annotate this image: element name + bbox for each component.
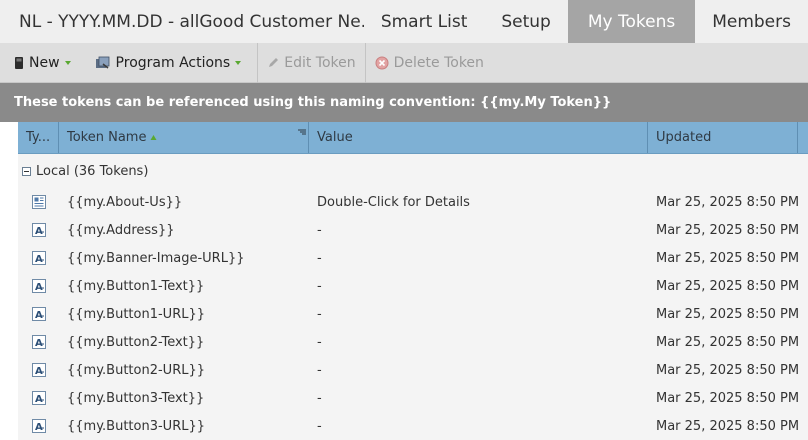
delete-icon [375, 56, 389, 70]
token-name-cell: {{my.Button3-Text}} [67, 390, 205, 406]
token-row[interactable]: A {{my.Button3-URL}} - Mar 25, 2025 8:50 PM [18, 412, 808, 440]
token-value-cell: - [317, 334, 322, 350]
token-row[interactable]: A {{my.Button1-URL}} - Mar 25, 2025 8:50 PM [18, 300, 808, 328]
token-row[interactable]: A {{my.Button3-Text}} - Mar 25, 2025 8:50 P… [18, 384, 808, 412]
token-value-cell: - [317, 250, 322, 266]
grid-header: Ty... Token Name Value Updated [18, 122, 808, 154]
token-updated-cell: Mar 25, 2025 8:50 PM [656, 418, 800, 434]
text-token-icon: A [18, 251, 59, 265]
token-name-cell: {{my.About-Us}} [67, 194, 183, 210]
edit-token-button[interactable]: Edit Token [258, 43, 364, 83]
token-updated-cell: Mar 25, 2025 8:50 PM [656, 194, 800, 210]
tab-setup[interactable]: Setup [484, 0, 567, 43]
program-actions-icon [95, 56, 111, 70]
token-updated-cell: Mar 25, 2025 8:50 PM [656, 250, 800, 266]
program-actions-button[interactable]: Program Actions [81, 43, 252, 83]
token-updated-cell: Mar 25, 2025 8:50 PM [656, 390, 800, 406]
token-updated-cell: Mar 25, 2025 8:50 PM [656, 278, 800, 294]
new-icon [14, 56, 24, 70]
text-token-icon: A [18, 279, 59, 293]
program-title: NL - YYYY.MM.DD - allGood Customer Ne... [19, 11, 364, 32]
text-token-icon: A [18, 223, 59, 237]
column-header-updated-label: Updated [656, 130, 712, 145]
tab-my-tokens[interactable]: My Tokens [567, 0, 696, 43]
token-value-cell: - [317, 222, 322, 238]
edit-token-label: Edit Token [284, 54, 356, 71]
chevron-down-icon [234, 59, 242, 67]
column-header-value-label: Value [317, 130, 353, 145]
column-header-updated[interactable]: Updated [648, 122, 798, 153]
column-header-type[interactable]: Ty... [18, 122, 59, 153]
new-button[interactable]: New [0, 43, 81, 83]
delete-token-button[interactable]: Delete Token [366, 43, 493, 83]
tab-members[interactable]: Members [695, 0, 808, 43]
token-name-cell: {{my.Button1-Text}} [67, 278, 205, 294]
rich-text-token-icon [18, 195, 59, 209]
toolbar: New Program Actions Edit Token Delete To… [0, 42, 808, 83]
token-row[interactable]: A {{my.Button2-URL}} - Mar 25, 2025 8:50 PM [18, 356, 808, 384]
token-name-cell: {{my.Button1-URL}} [67, 306, 206, 322]
chevron-down-icon [64, 59, 72, 67]
collapse-icon[interactable] [22, 166, 31, 176]
token-name-cell: {{my.Banner-Image-URL}} [67, 250, 245, 266]
text-token-icon: A [18, 307, 59, 321]
text-token-icon: A [18, 419, 59, 433]
token-name-cell: {{my.Button2-URL}} [67, 362, 206, 378]
token-name-cell: {{my.Button3-URL}} [67, 418, 206, 434]
token-name-cell: {{my.Button2-Text}} [67, 334, 205, 350]
column-resize-grip-icon[interactable] [298, 124, 306, 139]
group-label: Local (36 Tokens) [36, 163, 149, 179]
token-name-cell: {{my.Address}} [67, 222, 175, 238]
token-row[interactable]: A {{my.Address}} - Mar 25, 2025 8:50 PM [18, 216, 808, 244]
top-tab-bar: NL - YYYY.MM.DD - allGood Customer Ne...… [0, 0, 808, 43]
token-updated-cell: Mar 25, 2025 8:50 PM [656, 306, 800, 322]
new-button-label: New [29, 54, 60, 71]
token-value-cell: Double-Click for Details [317, 194, 470, 210]
token-value-cell: - [317, 362, 322, 378]
text-token-icon: A [18, 363, 59, 377]
token-updated-cell: Mar 25, 2025 8:50 PM [656, 362, 800, 378]
delete-token-label: Delete Token [393, 54, 484, 71]
token-value-cell: - [317, 278, 322, 294]
text-token-icon: A [18, 391, 59, 405]
column-header-token-name[interactable]: Token Name [59, 122, 309, 153]
token-row[interactable]: A {{my.Button2-Text}} - Mar 25, 2025 8:50 P… [18, 328, 808, 356]
tab-smart-list[interactable]: Smart List [364, 0, 485, 43]
pencil-icon [267, 57, 279, 69]
token-updated-cell: Mar 25, 2025 8:50 PM [656, 334, 800, 350]
token-row[interactable]: {{my.About-Us}} Double-Click for Details M… [18, 188, 808, 216]
sort-ascending-icon [150, 134, 157, 141]
tokens-grid: Ty... Token Name Value Updated Local (36… [18, 122, 808, 440]
token-value-cell: - [317, 418, 322, 434]
group-row-local[interactable]: Local (36 Tokens) [18, 154, 808, 188]
text-token-icon: A [18, 335, 59, 349]
naming-convention-info: These tokens can be referenced using thi… [0, 83, 808, 122]
token-value-cell: - [317, 306, 322, 322]
token-row[interactable]: A {{my.Button1-Text}} - Mar 25, 2025 8:50 P… [18, 272, 808, 300]
token-rows: {{my.About-Us}} Double-Click for Details M… [18, 188, 808, 440]
program-actions-label: Program Actions [115, 54, 231, 71]
token-row[interactable]: A {{my.Banner-Image-URL}} - Mar 25, 2025 8:… [18, 244, 808, 272]
column-header-value[interactable]: Value [309, 122, 648, 153]
token-value-cell: - [317, 390, 322, 406]
column-header-token-name-label: Token Name [67, 130, 147, 145]
token-updated-cell: Mar 25, 2025 8:50 PM [656, 222, 800, 238]
column-header-type-label: Ty... [26, 130, 51, 145]
